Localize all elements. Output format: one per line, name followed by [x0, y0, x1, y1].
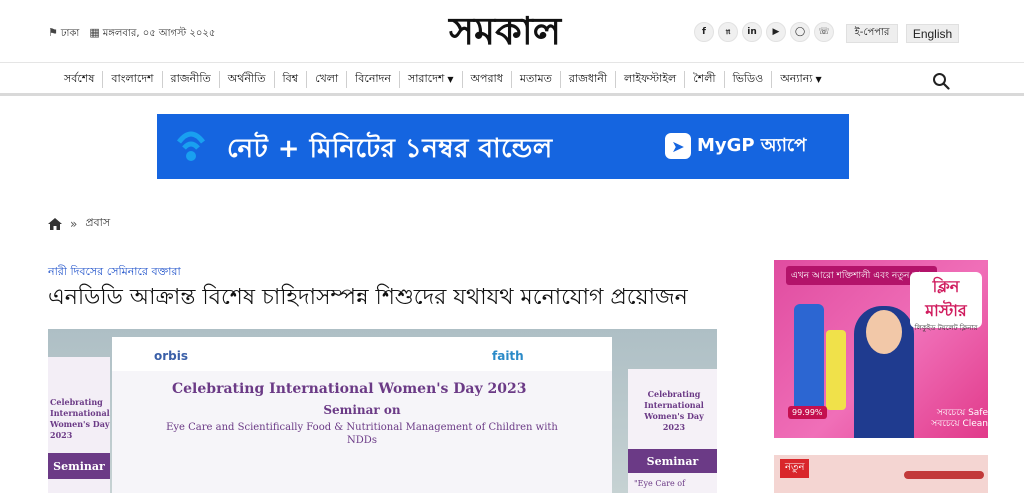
article-shoulder: নারী দিবসের সেমিনারে বক্তারা	[48, 265, 181, 278]
location: ⚑ ঢাকা	[48, 26, 79, 43]
side-ad-brand-name: ক্লিন মাস্টার	[925, 277, 967, 320]
nav-item-opinion[interactable]: মতামত	[512, 71, 561, 88]
caret-down-icon: ▼	[815, 75, 822, 84]
nav-item-label: বাংলাদেশ	[111, 72, 154, 85]
side-ad-brand-sub: লিকুইড টয়লেট ক্লিনার	[914, 324, 978, 332]
map-pin-icon: ⚑	[48, 26, 58, 39]
nav-item-label: খেলা	[315, 72, 339, 85]
nav-item-label: সারাদেশ	[407, 72, 445, 85]
nav-item-sports[interactable]: খেলা	[307, 71, 348, 88]
nav-item-label: সর্বশেষ	[64, 72, 95, 85]
caret-down-icon: ▼	[447, 75, 454, 84]
left-panel-label: Seminar	[48, 453, 110, 479]
left-panel: Celebrating International Women's Day 20…	[48, 357, 110, 493]
side-ad-cleaner[interactable]: এখন আরো শক্তিশালী এবং নতুন সাজে ক্লিন মা…	[774, 260, 988, 438]
nav-item-video[interactable]: ভিডিও	[725, 71, 773, 88]
main-nav: সর্বশেষ বাংলাদেশ রাজনীতি অর্থনীতি বিশ্ব …	[0, 62, 1024, 96]
bottle-image-small	[826, 330, 846, 410]
right-panel-text: Celebrating International Women's Day 20…	[644, 389, 704, 432]
nav-item-crime[interactable]: অপরাধ	[463, 71, 512, 88]
board-title: Celebrating International Women's Day 20…	[172, 381, 527, 397]
english-button[interactable]: English	[906, 24, 959, 43]
nav-item-label: অপরাধ	[470, 72, 503, 85]
nav-item-label: রাজনীতি	[170, 72, 211, 85]
calendar-icon: ▦	[89, 26, 100, 39]
nav-items: সর্বশেষ বাংলাদেশ রাজনীতি অর্থনীতি বিশ্ব …	[56, 71, 830, 88]
model-face	[866, 310, 902, 354]
nav-item-label: অর্থনীতি	[227, 72, 266, 85]
article-headline: এনডিডি আক্রান্ত বিশেষ চাহিদাসম্পন্ন শিশু…	[48, 285, 688, 310]
side-ad-brand: ক্লিন মাস্টার লিকুইড টয়লেট ক্লিনার	[910, 272, 982, 332]
logo-text: সমকাল	[447, 9, 563, 52]
grameenphone-logo-icon	[177, 131, 205, 161]
nav-item-label: ভিডিও	[732, 72, 764, 85]
date-label: মঙ্গলবার, ০৫ আগস্ট ২০২৫	[102, 28, 216, 39]
nav-item-bangladesh[interactable]: বাংলাদেশ	[103, 71, 163, 88]
side-ad-toothbrush[interactable]: নতুন	[774, 455, 988, 493]
right-panel-label: Seminar	[628, 449, 717, 473]
banner-ad-text: নেট + মিনিটের ১নম্বর বান্ডেল	[227, 134, 553, 164]
left-panel-text: Celebrating International Women's Day 20…	[50, 397, 110, 440]
nav-item-label: রাজধানী	[568, 72, 607, 85]
nav-item-style[interactable]: শৈলী	[685, 71, 725, 88]
right-panel: Celebrating International Women's Day 20…	[628, 369, 717, 493]
date: ▦ মঙ্গলবার, ০৫ আগস্ট ২০২৫	[89, 26, 215, 43]
social-links: f 𝔫 in ▶ ◯ ☏	[694, 22, 834, 42]
epaper-button[interactable]: ই-পেপার	[846, 24, 898, 43]
side-ad-new-tag: নতুন	[780, 459, 810, 478]
banner-ad[interactable]: নেট + মিনিটের ১নম্বর বান্ডেল ➤ MyGP অ্যা…	[157, 114, 849, 179]
nav-item-capital[interactable]: রাজধানী	[561, 71, 616, 88]
toothbrush-image	[904, 471, 984, 479]
nav-item-label: বিশ্ব	[282, 72, 299, 85]
nav-item-label: মতামত	[519, 72, 552, 85]
top-bar: ⚑ ঢাকা ▦ মঙ্গলবার, ০৫ আগস্ট ২০২৫ সমকাল f 𝔫…	[0, 0, 1024, 62]
nav-item-lifestyle[interactable]: লাইফস্টাইল	[616, 71, 686, 88]
bottle-image	[794, 304, 824, 414]
right-panel-quote: "Eye Care of	[634, 479, 686, 488]
nav-item-latest[interactable]: সর্বশেষ	[56, 71, 104, 88]
search-icon[interactable]	[932, 72, 950, 90]
site-logo[interactable]: সমকাল	[395, 6, 615, 52]
banner-ad-cta-label: MyGP অ্যাপে	[697, 134, 807, 156]
instagram-icon[interactable]: ◯	[790, 22, 810, 42]
location-date: ⚑ ঢাকা ▦ মঙ্গলবার, ০৫ আগস্ট ২০২৫	[48, 26, 215, 43]
faith-logo: faith	[492, 349, 524, 363]
nav-item-label: লাইফস্টাইল	[624, 72, 677, 85]
facebook-icon[interactable]: f	[694, 22, 714, 42]
nav-item-countrywide[interactable]: সারাদেশ ▼	[400, 71, 463, 88]
youtube-icon[interactable]: ▶	[766, 22, 786, 42]
nav-item-label: শৈলী	[693, 72, 716, 85]
linkedin-icon[interactable]: in	[742, 22, 762, 42]
nav-item-entertainment[interactable]: বিনোদন	[347, 71, 400, 88]
nav-item-label: বিনোদন	[355, 72, 391, 85]
nav-item-others[interactable]: অন্যান্য ▼	[772, 71, 829, 88]
nav-item-label: অন্যান্য	[780, 72, 813, 85]
nav-item-world[interactable]: বিশ্ব	[275, 71, 308, 88]
orbis-logo: orbis	[154, 349, 189, 363]
home-icon[interactable]	[48, 217, 62, 230]
chevron-double-right-icon: »	[70, 216, 78, 231]
breadcrumb: » প্রবাস	[48, 214, 110, 233]
board-subtitle: Seminar on	[323, 403, 401, 417]
breadcrumb-section[interactable]: প্রবাস	[85, 214, 110, 233]
location-label: ঢাকা	[60, 28, 80, 39]
side-ad-safe-text: সবচেয়ে Safe সবচেয়ে Clean	[931, 408, 988, 429]
mygp-app-icon: ➤	[665, 133, 691, 159]
article-image[interactable]: Celebrating International Women's Day 20…	[48, 329, 717, 493]
twitter-icon[interactable]: 𝔫	[718, 22, 738, 42]
side-ad-percent: 99.99%	[788, 406, 827, 419]
banner-ad-cta: ➤ MyGP অ্যাপে	[665, 130, 835, 162]
whatsapp-icon[interactable]: ☏	[814, 22, 834, 42]
nav-item-economy[interactable]: অর্থনীতি	[220, 71, 275, 88]
seminar-board: orbis faith Celebrating International Wo…	[112, 337, 612, 493]
board-topic: Eye Care and Scientifically Food & Nutri…	[166, 422, 558, 446]
nav-item-politics[interactable]: রাজনীতি	[163, 71, 220, 88]
